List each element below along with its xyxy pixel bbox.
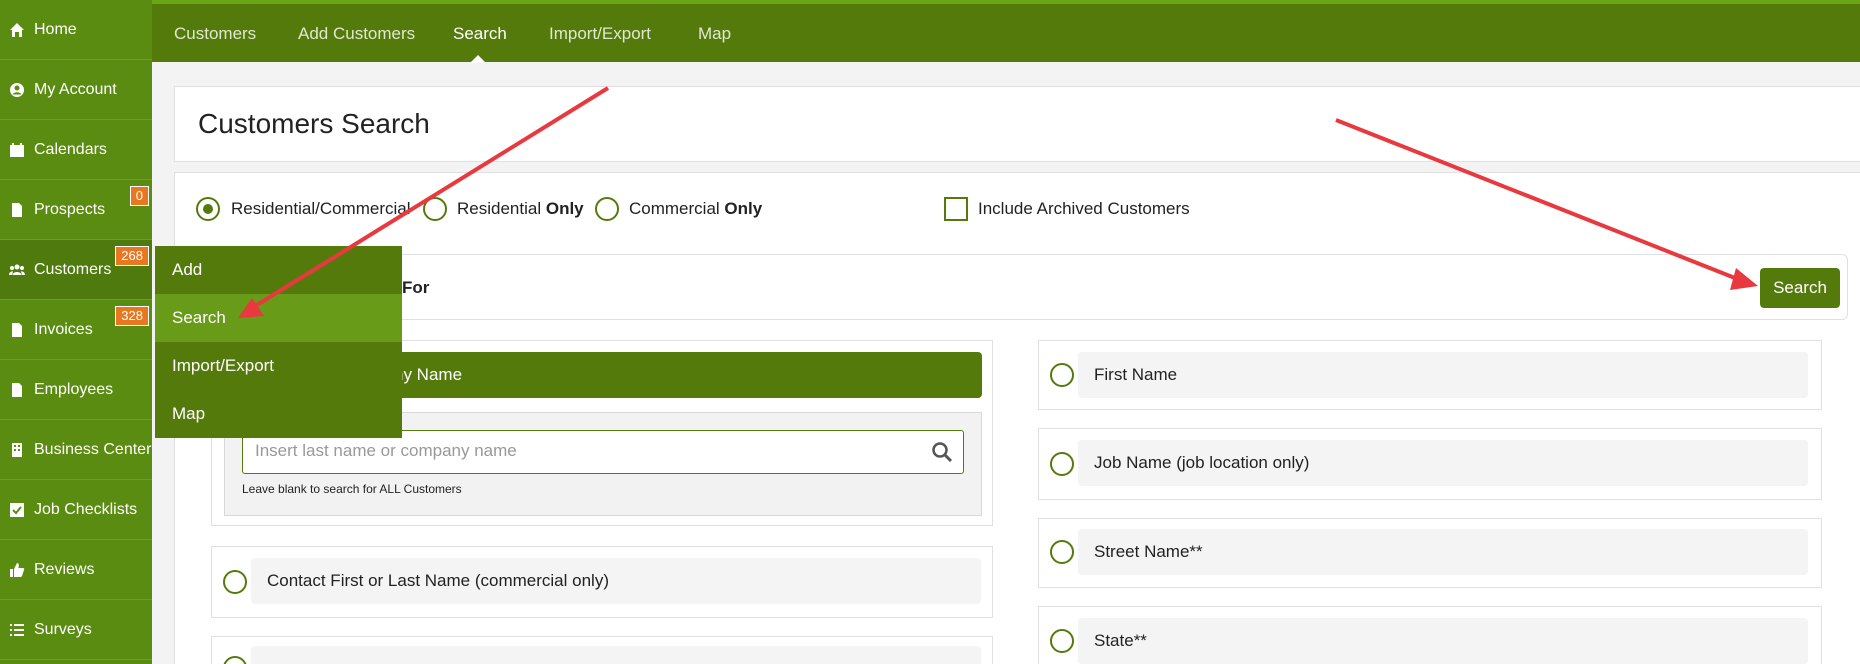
sidebar-item-invoices[interactable]: Invoices 328 — [0, 300, 152, 360]
building-icon — [8, 441, 26, 459]
left-next-option-field[interactable] — [251, 646, 981, 664]
sidebar-item-customers[interactable]: Customers 268 — [0, 240, 152, 300]
contact-name-field[interactable]: Contact First or Last Name (commercial o… — [251, 558, 981, 604]
top-navigation: Customers Add Customers Search Import/Ex… — [152, 0, 1860, 63]
invoices-count-badge: 328 — [115, 306, 149, 326]
calendar-icon — [8, 141, 26, 159]
last-name-company-label: ny Name — [394, 365, 463, 384]
sidebar-item-label: Business Center — [34, 440, 152, 458]
state-radio[interactable] — [1050, 629, 1074, 653]
street-name-radio[interactable] — [1050, 540, 1074, 564]
include-archived-label: Include Archived Customers — [978, 199, 1190, 218]
state-field[interactable]: State** — [1078, 618, 1808, 664]
sidebar-item-label: Invoices — [34, 320, 93, 338]
sidebar-item-label: My Account — [34, 80, 117, 98]
commercial-only-radio[interactable] — [595, 197, 619, 221]
sidebar-item-my-account[interactable]: My Account — [0, 60, 152, 120]
sidebar-item-reviews[interactable]: Reviews — [0, 540, 152, 600]
sidebar-item-label: Home — [34, 20, 77, 38]
page-title: Customers Search — [198, 108, 430, 139]
sidebar: Home My Account Calendars Prospects 0 Cu… — [0, 0, 152, 664]
sidebar-item-label: Surveys — [34, 620, 92, 638]
residential-only-label: Residential Only — [457, 199, 584, 218]
active-tab-caret-icon — [470, 55, 486, 63]
commercial-only-label: Commercial Only — [629, 199, 763, 218]
search-hint: Leave blank to search for ALL Customers — [242, 482, 462, 496]
checkbox-icon — [8, 501, 26, 519]
sidebar-item-business-center[interactable]: Business Center — [0, 420, 152, 480]
user-circle-icon — [8, 81, 26, 99]
tab-customers[interactable]: Customers — [174, 24, 256, 44]
contact-name-radio[interactable] — [223, 570, 247, 594]
sidebar-item-label: Employees — [34, 380, 114, 398]
sidebar-item-employees[interactable]: Employees — [0, 360, 152, 420]
prospects-count-badge: 0 — [129, 186, 149, 206]
sidebar-item-label: Prospects — [34, 200, 106, 218]
search-for-label: For — [402, 278, 430, 297]
search-icon[interactable] — [931, 441, 953, 463]
sidebar-item-label: Calendars — [34, 140, 107, 158]
users-icon — [8, 261, 26, 279]
customers-count-badge: 268 — [115, 246, 149, 266]
tab-import-export[interactable]: Import/Export — [549, 24, 651, 44]
sidebar-item-label: Job Checklists — [34, 500, 138, 518]
residential-commercial-label: Residential/Commercial — [231, 199, 411, 218]
sidebar-item-label: Customers — [34, 260, 112, 278]
document-icon — [8, 381, 26, 399]
document-icon — [8, 321, 26, 339]
customers-submenu: Add Search Import/Export Map — [155, 246, 402, 438]
sidebar-item-job-checklists[interactable]: Job Checklists — [0, 480, 152, 540]
tab-add-customers[interactable]: Add Customers — [298, 24, 415, 44]
sidebar-item-label: Reviews — [34, 560, 95, 578]
sidebar-item-home[interactable]: Home — [0, 0, 152, 60]
document-icon — [8, 201, 26, 219]
submenu-item-map[interactable]: Map — [155, 390, 402, 438]
submenu-item-search[interactable]: Search — [155, 294, 402, 342]
first-name-field[interactable]: First Name — [1078, 352, 1808, 398]
home-icon — [8, 21, 26, 39]
job-name-radio[interactable] — [1050, 452, 1074, 476]
list-icon — [8, 621, 26, 639]
sidebar-item-prospects[interactable]: Prospects 0 — [0, 180, 152, 240]
sidebar-item-calendars[interactable]: Calendars — [0, 120, 152, 180]
first-name-radio[interactable] — [1050, 363, 1074, 387]
job-name-field[interactable]: Job Name (job location only) — [1078, 440, 1808, 486]
sidebar-item-surveys[interactable]: Surveys — [0, 600, 152, 660]
tab-search[interactable]: Search — [453, 24, 507, 44]
search-button[interactable]: Search — [1760, 268, 1840, 308]
thumbs-up-icon — [8, 561, 26, 579]
include-archived-checkbox[interactable] — [944, 197, 968, 221]
residential-only-radio[interactable] — [423, 197, 447, 221]
tab-map[interactable]: Map — [698, 24, 731, 44]
street-name-field[interactable]: Street Name** — [1078, 529, 1808, 575]
submenu-item-import-export[interactable]: Import/Export — [155, 342, 402, 390]
residential-commercial-radio[interactable] — [196, 197, 220, 221]
submenu-item-add[interactable]: Add — [155, 246, 402, 294]
